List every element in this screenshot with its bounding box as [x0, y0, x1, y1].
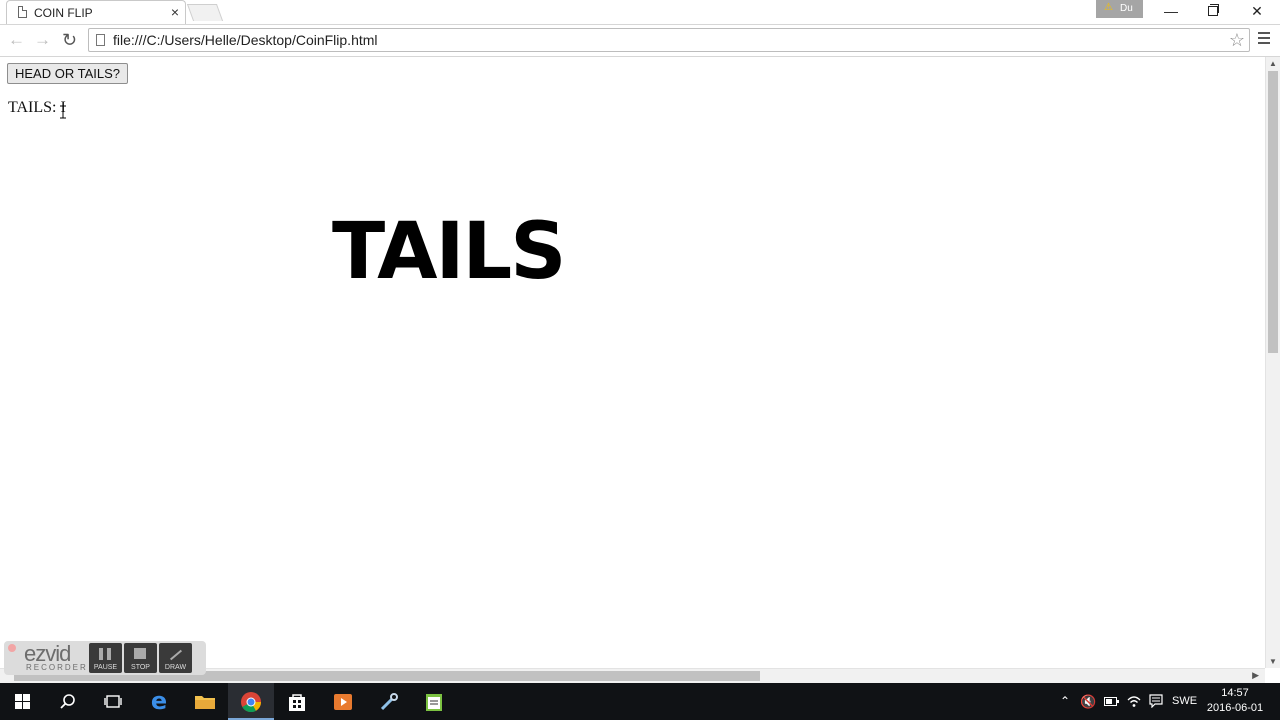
notepad-app-button[interactable]	[411, 683, 457, 720]
tools-app-button[interactable]	[366, 683, 412, 720]
clock-date: 2016-06-01	[1206, 702, 1264, 714]
tab-strip: COIN FLIP × ⚠ Du — ✕	[0, 0, 1280, 25]
minimize-button[interactable]: —	[1150, 0, 1192, 22]
tab-title: COIN FLIP	[34, 6, 93, 20]
browser-tab[interactable]: COIN FLIP ×	[6, 0, 186, 24]
show-hidden-icons[interactable]: ⌃	[1060, 683, 1070, 720]
file-icon	[96, 34, 105, 46]
page-content: HEAD OR TAILS? TAILS: I TAILS	[0, 57, 1265, 668]
back-icon[interactable]: ←	[8, 31, 25, 49]
pause-button[interactable]: PAUSE	[89, 643, 122, 673]
search-button[interactable]	[45, 683, 91, 720]
volume-muted-icon[interactable]: 🔇	[1080, 683, 1096, 720]
clock[interactable]: 14:57 2016-06-01	[1205, 686, 1265, 716]
scroll-right-icon[interactable]: ▶	[1252, 670, 1259, 681]
taskbar: e ⌃ 🔇 SWE 14:57 2016-06-01	[0, 683, 1280, 720]
task-view-icon	[104, 695, 122, 708]
stop-button[interactable]: STOP	[124, 643, 157, 673]
ezvid-subtitle: RECORDER	[26, 663, 88, 672]
big-result-text: TAILS	[332, 207, 566, 297]
stop-icon	[134, 648, 146, 659]
page-icon	[18, 6, 27, 18]
windows-icon	[15, 694, 31, 710]
result-label: TAILS:	[8, 99, 57, 116]
edge-icon: e	[150, 687, 168, 715]
draw-label: DRAW	[164, 664, 187, 671]
pen-icon	[169, 649, 183, 661]
ezvid-recorder: ezvid RECORDER PAUSE STOP DRAW	[4, 641, 206, 675]
profile-button[interactable]: ⚠ Du	[1096, 0, 1143, 18]
tools-icon	[380, 693, 398, 711]
close-window-button[interactable]: ✕	[1236, 0, 1278, 22]
language-indicator[interactable]: SWE	[1172, 683, 1197, 720]
restore-button[interactable]	[1192, 0, 1234, 22]
start-button[interactable]	[0, 683, 46, 720]
clock-time: 14:57	[1221, 687, 1249, 699]
vertical-scrollbar[interactable]: ▲ ▼	[1265, 57, 1280, 668]
address-bar[interactable]: file:///C:/Users/Helle/Desktop/CoinFlip.…	[88, 28, 1250, 52]
media-player-icon	[334, 694, 352, 710]
store-button[interactable]	[274, 683, 320, 720]
browser-toolbar: ← → ↻ file:///C:/Users/Helle/Desktop/Coi…	[0, 25, 1280, 57]
pause-label: PAUSE	[93, 664, 118, 671]
result-line: TAILS: I	[8, 99, 66, 117]
url-text: file:///C:/Users/Helle/Desktop/CoinFlip.…	[113, 32, 378, 48]
reload-icon[interactable]: ↻	[62, 31, 77, 49]
profile-name: Du	[1120, 3, 1133, 14]
file-explorer-button[interactable]	[182, 683, 228, 720]
store-icon	[289, 694, 305, 711]
wifi-icon[interactable]	[1127, 695, 1141, 708]
pause-icon	[99, 648, 111, 660]
warning-icon: ⚠	[1104, 2, 1113, 13]
stop-label: STOP	[131, 664, 150, 671]
task-view-button[interactable]	[90, 683, 136, 720]
text-cursor-icon	[60, 105, 66, 119]
menu-icon[interactable]	[1258, 32, 1270, 47]
forward-icon[interactable]: →	[34, 31, 51, 49]
media-app-button[interactable]	[320, 683, 366, 720]
vertical-scroll-thumb[interactable]	[1268, 71, 1278, 353]
notepad-icon	[426, 694, 442, 711]
battery-icon[interactable]	[1104, 697, 1119, 706]
draw-button[interactable]: DRAW	[159, 643, 192, 673]
record-dot-icon	[8, 644, 16, 652]
head-or-tails-button[interactable]: HEAD OR TAILS?	[7, 63, 128, 84]
notifications-icon[interactable]	[1149, 694, 1163, 708]
chrome-button[interactable]	[228, 683, 274, 720]
bookmark-star-icon[interactable]: ☆	[1229, 30, 1245, 51]
ezvid-logo: ezvid	[24, 641, 71, 666]
close-tab-icon[interactable]: ×	[171, 4, 179, 20]
scroll-down-icon[interactable]: ▼	[1269, 657, 1277, 666]
edge-button[interactable]: e	[136, 683, 182, 720]
search-icon	[60, 694, 75, 709]
new-tab-button[interactable]	[186, 4, 224, 21]
chrome-icon	[241, 692, 262, 713]
scroll-up-icon[interactable]: ▲	[1269, 59, 1277, 68]
folder-icon	[195, 696, 215, 709]
